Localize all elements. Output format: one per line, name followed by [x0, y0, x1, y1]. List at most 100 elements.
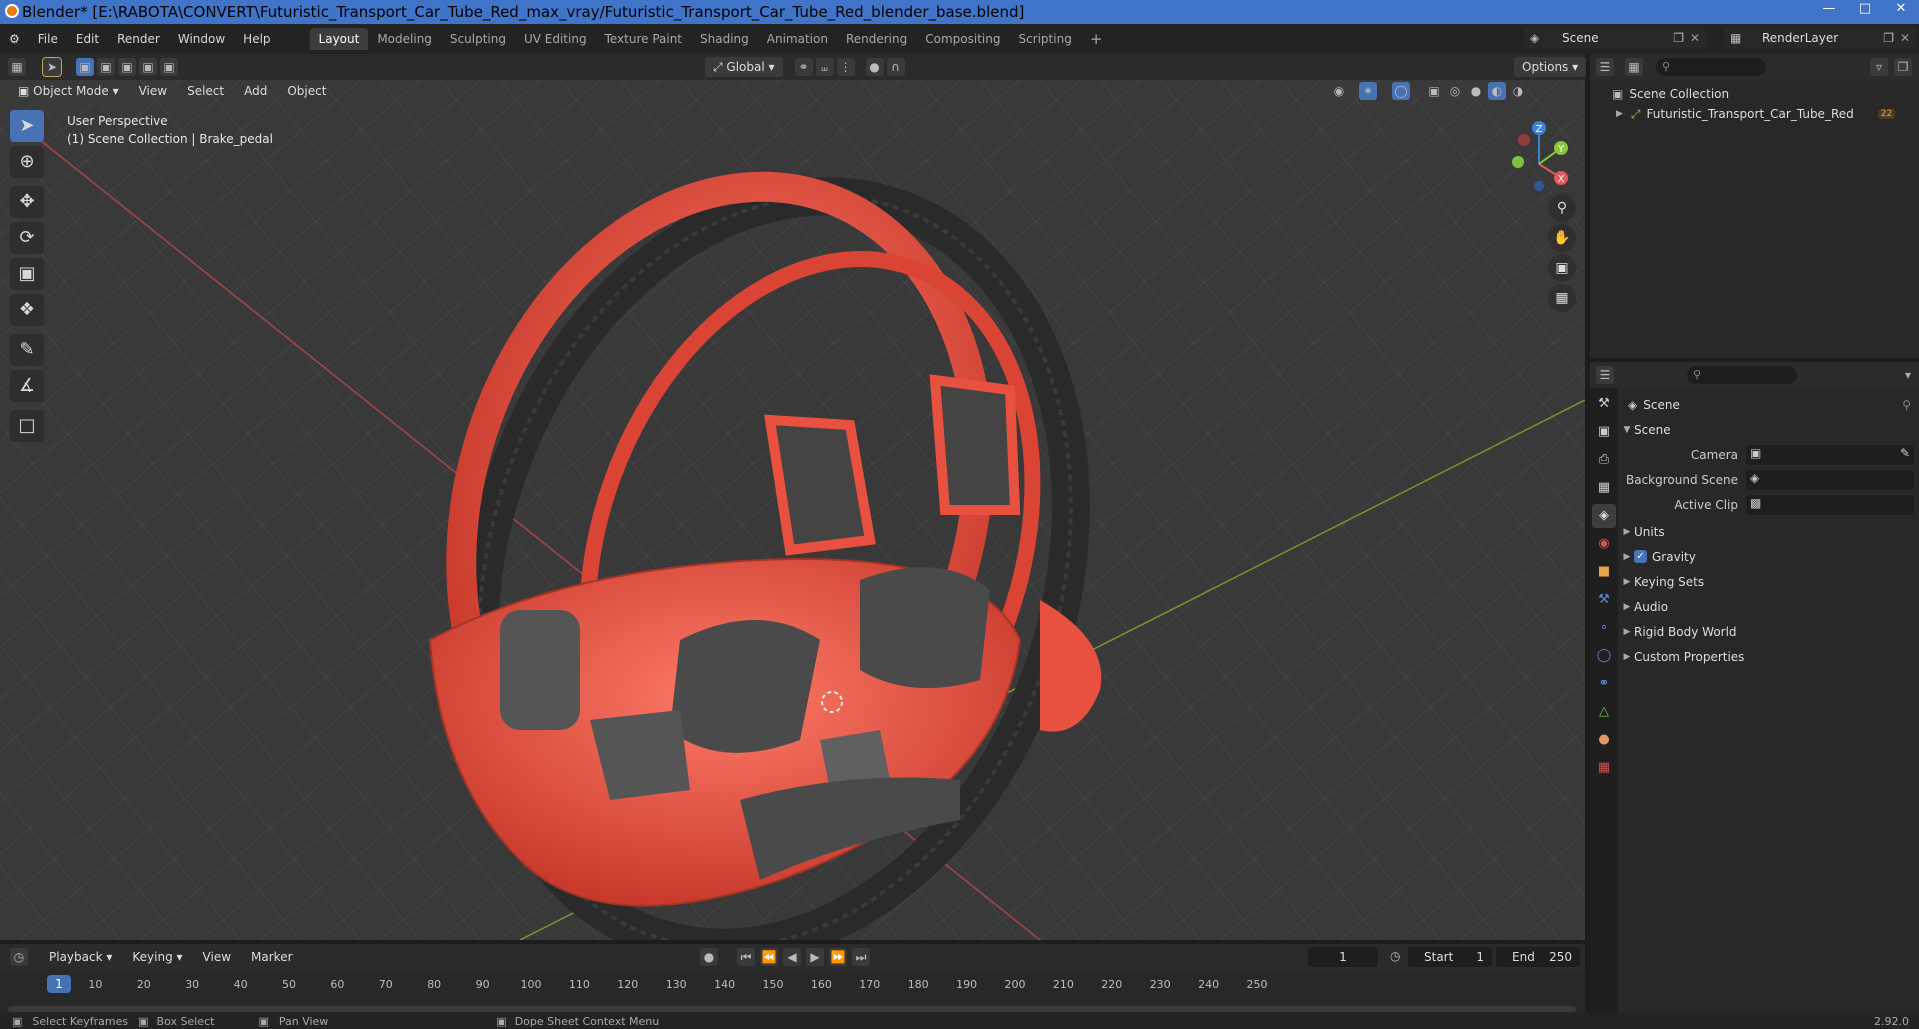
select-tool-icon[interactable]: ➤ — [42, 57, 62, 77]
tab-rendering[interactable]: Rendering — [837, 28, 916, 50]
rendered-shading-icon[interactable]: ◑ — [1509, 82, 1527, 100]
falloff-icon[interactable]: ∩ — [886, 58, 905, 76]
custom-properties-panel[interactable]: ▶ Custom Properties — [1620, 644, 1919, 669]
new-scene-icon[interactable]: ❐ — [1673, 31, 1684, 45]
tab-sculpting[interactable]: Sculpting — [441, 28, 515, 50]
zoom-icon[interactable]: ⚲ — [1548, 194, 1576, 222]
jump-keyframe-forward-icon[interactable]: ⏩ — [829, 948, 847, 966]
properties-dropdown-icon[interactable]: ▾ — [1905, 368, 1911, 382]
orientation-dropdown[interactable]: ⤢ Global ▾ — [705, 57, 783, 77]
jump-end-icon[interactable]: ⏭ — [852, 948, 870, 966]
tab-animation[interactable]: Animation — [758, 28, 837, 50]
material-tab-icon[interactable]: ● — [1592, 728, 1616, 752]
jump-start-icon[interactable]: ⏮ — [737, 948, 755, 966]
3d-viewport[interactable]: User Perspective (1) Scene Collection | … — [0, 80, 1585, 940]
particles-tab-icon[interactable]: ∘ — [1592, 616, 1616, 640]
menu-add[interactable]: Add — [236, 81, 275, 101]
menu-object[interactable]: Object — [279, 81, 334, 101]
texture-tab-icon[interactable]: ▦ — [1592, 756, 1616, 780]
menu-select[interactable]: Select — [179, 81, 232, 101]
tab-uv-editing[interactable]: UV Editing — [515, 28, 596, 50]
cursor-tool-icon[interactable]: ⊕ — [10, 146, 44, 178]
select-box-tool-icon[interactable]: ➤ — [10, 110, 44, 142]
snap-target-icon[interactable]: ⋮ — [836, 58, 855, 76]
menu-help[interactable]: Help — [234, 24, 279, 54]
start-frame-field[interactable]: Start 1 — [1408, 947, 1492, 967]
tool-tab-icon[interactable]: ⚒ — [1592, 392, 1616, 416]
background-scene-field[interactable]: ◈ — [1746, 469, 1914, 490]
view-layer-tab-icon[interactable]: ▦ — [1592, 476, 1616, 500]
navigation-gizmo[interactable]: Z X Y — [1500, 116, 1580, 196]
delete-scene-icon[interactable]: ✕ — [1690, 31, 1700, 45]
blender-menu-icon[interactable]: ⚙ — [0, 24, 29, 54]
select-mode-subtract-icon[interactable]: ▣ — [118, 58, 136, 76]
close-button[interactable]: ✕ — [1883, 0, 1919, 20]
current-frame-field[interactable]: 1 — [1308, 947, 1378, 967]
output-tab-icon[interactable]: ⎙ — [1592, 448, 1616, 472]
editor-type-icon[interactable]: ▦ — [8, 58, 26, 76]
new-collection-icon[interactable]: ❐ — [1894, 58, 1912, 76]
mode-dropdown[interactable]: ▣ Object Mode ▾ — [10, 81, 127, 101]
tab-modeling[interactable]: Modeling — [368, 28, 441, 50]
select-mode-extend-icon[interactable]: ▣ — [97, 58, 115, 76]
menu-file[interactable]: File — [29, 24, 67, 54]
select-mode-invert-icon[interactable]: ▣ — [139, 58, 157, 76]
menu-playback[interactable]: Playback ▾ — [41, 947, 120, 967]
add-cube-tool-icon[interactable]: □ — [10, 410, 44, 442]
camera-view-icon[interactable]: ▣ — [1548, 254, 1576, 282]
gravity-panel[interactable]: ▶ ✓ Gravity — [1620, 544, 1919, 569]
pivot-icon[interactable]: ⚭ — [794, 58, 813, 76]
menu-timeline-view[interactable]: View — [195, 947, 239, 967]
end-frame-field[interactable]: End 250 — [1496, 947, 1580, 967]
physics-tab-icon[interactable]: ◯ — [1592, 644, 1616, 668]
neg-x-axis-handle[interactable] — [1518, 134, 1530, 146]
scene-selector[interactable]: ◈ Scene ❐ ✕ — [1524, 27, 1706, 49]
display-mode-icon[interactable]: ▦ — [1625, 58, 1643, 76]
select-mode-new-icon[interactable]: ▣ — [76, 58, 94, 76]
wireframe-shading-icon[interactable]: ◎ — [1446, 82, 1464, 100]
neg-z-axis-handle[interactable] — [1534, 181, 1544, 191]
scene-tab-icon[interactable]: ◈ — [1592, 504, 1616, 528]
expand-arrow-icon[interactable]: ▶ — [1616, 109, 1623, 119]
tab-shading[interactable]: Shading — [691, 28, 758, 50]
xray-icon[interactable]: ▣ — [1425, 82, 1443, 100]
outliner-scene-collection[interactable]: ▣ Scene Collection — [1590, 84, 1919, 104]
pan-hand-icon[interactable]: ✋ — [1548, 224, 1576, 252]
menu-window[interactable]: Window — [169, 24, 234, 54]
gizmos-icon[interactable]: ✶ — [1359, 82, 1377, 100]
play-icon[interactable]: ▶ — [806, 948, 824, 966]
tab-compositing[interactable]: Compositing — [916, 28, 1009, 50]
outliner-item[interactable]: ▶ ⤢ Futuristic_Transport_Car_Tube_Red 22… — [1590, 104, 1919, 124]
scale-tool-icon[interactable]: ▣ — [10, 258, 44, 290]
modifier-tab-icon[interactable]: ⚒ — [1592, 588, 1616, 612]
keying-sets-panel[interactable]: ▶ Keying Sets — [1620, 569, 1919, 594]
outliner-search-input[interactable]: ⚲ — [1656, 58, 1766, 76]
overlays-icon[interactable]: ◯ — [1392, 82, 1410, 100]
render-tab-icon[interactable]: ▣ — [1592, 420, 1616, 444]
clock-icon[interactable]: ◷ — [1390, 949, 1400, 963]
proportional-edit-icon[interactable]: ● — [865, 58, 884, 76]
options-dropdown[interactable]: Options ▾ — [1514, 57, 1587, 77]
material-shading-icon[interactable]: ◐ — [1488, 82, 1506, 100]
constraints-tab-icon[interactable]: ⚭ — [1592, 672, 1616, 696]
audio-panel[interactable]: ▶ Audio — [1620, 594, 1919, 619]
tab-scripting[interactable]: Scripting — [1009, 28, 1080, 50]
visibility-icon[interactable]: ◉ — [1330, 82, 1348, 100]
rotate-tool-icon[interactable]: ⟳ — [10, 222, 44, 254]
properties-search-input[interactable]: ⚲ — [1687, 366, 1797, 384]
maximize-button[interactable]: □ — [1847, 0, 1883, 20]
snap-icon[interactable]: ⧢ — [815, 58, 834, 76]
gravity-checkbox[interactable]: ✓ — [1634, 550, 1647, 563]
select-mode-intersect-icon[interactable]: ▣ — [160, 58, 178, 76]
annotate-tool-icon[interactable]: ✎ — [10, 334, 44, 366]
tab-layout[interactable]: Layout — [309, 28, 369, 50]
rigid-body-world-panel[interactable]: ▶ Rigid Body World — [1620, 619, 1919, 644]
menu-keying[interactable]: Keying ▾ — [124, 947, 190, 967]
record-icon[interactable]: ● — [700, 948, 718, 966]
move-tool-icon[interactable]: ✥ — [10, 186, 44, 218]
ortho-grid-icon[interactable]: ▦ — [1548, 284, 1576, 312]
menu-marker[interactable]: Marker — [243, 947, 300, 967]
menu-view[interactable]: View — [131, 81, 175, 101]
delete-layer-icon[interactable]: ✕ — [1900, 31, 1910, 45]
solid-shading-icon[interactable]: ● — [1467, 82, 1485, 100]
